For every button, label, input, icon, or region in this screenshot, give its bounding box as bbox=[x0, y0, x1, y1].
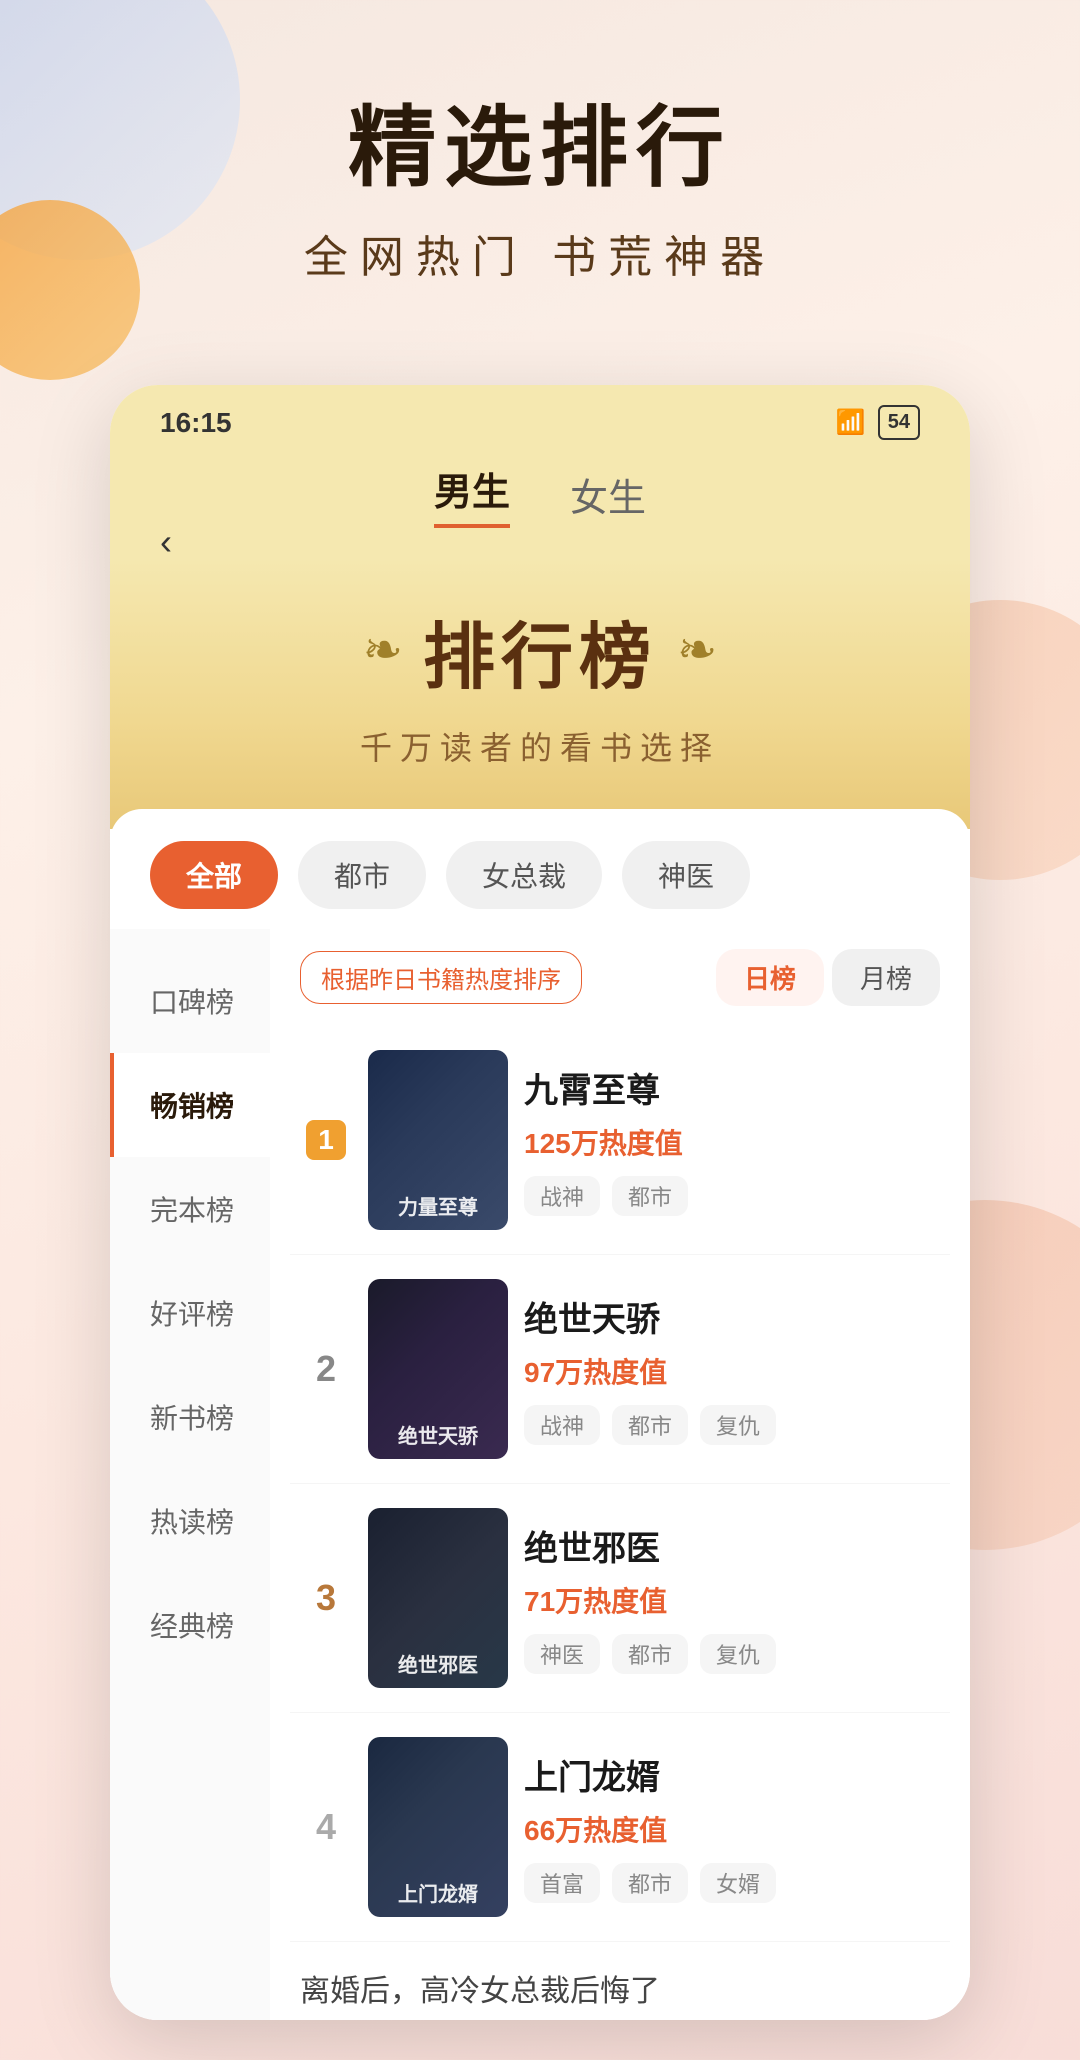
book-cover-1 bbox=[368, 1050, 508, 1230]
rank-badge-3: 3 bbox=[300, 1577, 352, 1619]
book-tags-3: 神医 都市 复仇 bbox=[524, 1634, 940, 1674]
rank-badge-2: 2 bbox=[300, 1348, 352, 1390]
main-layout: 口碑榜 畅销榜 完本榜 好评榜 新书榜 热读榜 经典榜 根据昨日书籍热度排序 日… bbox=[110, 929, 970, 2020]
tag-zhanshen-2: 战神 bbox=[524, 1405, 600, 1445]
sidebar-item-dianjingbang[interactable]: 经典榜 bbox=[110, 1573, 270, 1677]
book-cover-2 bbox=[368, 1279, 508, 1459]
tab-daily[interactable]: 日榜 bbox=[716, 949, 824, 1006]
sub-title: 全网热门 书荒神器 bbox=[80, 221, 1000, 285]
book-cover-3 bbox=[368, 1508, 508, 1688]
wifi-icon: 📶 bbox=[836, 408, 866, 437]
book-heat-4: 66万热度值 bbox=[524, 1809, 940, 1849]
rank-number-3: 3 bbox=[316, 1577, 336, 1618]
main-title: 精选排行 bbox=[80, 100, 1000, 197]
leaf-right-icon: ❧ bbox=[677, 622, 717, 678]
bottom-peek: 离婚后，高冷女总裁后悔了 bbox=[290, 1942, 950, 2020]
header-section: 精选排行 全网热门 书荒神器 bbox=[0, 0, 1080, 345]
book-info-2: 绝世天骄 97万热度值 战神 都市 复仇 bbox=[524, 1292, 940, 1445]
tab-male[interactable]: 男生 bbox=[434, 461, 510, 528]
book-heat-3: 71万热度值 bbox=[524, 1580, 940, 1620]
sort-info-text: 根据昨日书籍热度排序 bbox=[300, 951, 582, 1004]
book-item-1[interactable]: 1 九霄至尊 125万热度值 战神 都市 bbox=[290, 1026, 950, 1255]
status-bar: 16:15 📶 54 bbox=[110, 385, 970, 441]
tag-fuchou-2: 复仇 bbox=[700, 1405, 776, 1445]
category-filter: 全部 都市 女总裁 神医 bbox=[110, 809, 970, 929]
sidebar-item-redubang[interactable]: 热读榜 bbox=[110, 1469, 270, 1573]
banner-title-row: ❧ 排行榜 ❧ bbox=[110, 598, 970, 703]
leaf-left-icon: ❧ bbox=[363, 622, 403, 678]
sidebar: 口碑榜 畅销榜 完本榜 好评榜 新书榜 热读榜 经典榜 bbox=[110, 929, 270, 2020]
back-button[interactable]: ‹ bbox=[160, 521, 172, 563]
book-heat-2: 97万热度值 bbox=[524, 1351, 940, 1391]
sort-info-row: 根据昨日书籍热度排序 日榜 月榜 bbox=[290, 929, 950, 1026]
tag-dushi-3: 都市 bbox=[612, 1634, 688, 1674]
banner-subtitle: 千万读者的看书选择 bbox=[110, 723, 970, 769]
book-title-4: 上门龙婿 bbox=[524, 1750, 940, 1799]
date-tabs: 日榜 月榜 bbox=[716, 949, 940, 1006]
content-area: 全部 都市 女总裁 神医 口碑榜 畅销榜 完本榜 好评榜 新书榜 热读榜 经典榜… bbox=[110, 809, 970, 2020]
tab-monthly[interactable]: 月榜 bbox=[832, 949, 940, 1006]
tag-dushi-2: 都市 bbox=[612, 1405, 688, 1445]
tag-dushi-1: 都市 bbox=[612, 1176, 688, 1216]
book-title-3: 绝世邪医 bbox=[524, 1521, 940, 1570]
book-item-3[interactable]: 3 绝世邪医 71万热度值 神医 都市 复仇 bbox=[290, 1484, 950, 1713]
book-info-4: 上门龙婿 66万热度值 首富 都市 女婿 bbox=[524, 1750, 940, 1903]
status-icons: 📶 54 bbox=[836, 405, 920, 440]
tag-shenyi-3: 神医 bbox=[524, 1634, 600, 1674]
sidebar-item-haopingbang[interactable]: 好评榜 bbox=[110, 1261, 270, 1365]
book-tags-2: 战神 都市 复仇 bbox=[524, 1405, 940, 1445]
rank-number-2: 2 bbox=[316, 1348, 336, 1389]
sidebar-item-wanbenbang[interactable]: 完本榜 bbox=[110, 1157, 270, 1261]
book-title-1: 九霄至尊 bbox=[524, 1063, 940, 1112]
battery-badge: 54 bbox=[878, 405, 920, 440]
book-heat-1: 125万热度值 bbox=[524, 1122, 940, 1162]
rank-number-4: 4 bbox=[316, 1806, 336, 1847]
book-tags-4: 首富 都市 女婿 bbox=[524, 1863, 940, 1903]
tag-nüxu-4: 女婿 bbox=[700, 1863, 776, 1903]
book-item-2[interactable]: 2 绝世天骄 97万热度值 战神 都市 复仇 bbox=[290, 1255, 950, 1484]
banner-main-title: 排行榜 bbox=[423, 598, 657, 703]
filter-ceo[interactable]: 女总裁 bbox=[446, 841, 602, 909]
filter-all[interactable]: 全部 bbox=[150, 841, 278, 909]
sidebar-item-chanxiaobang[interactable]: 畅销榜 bbox=[110, 1053, 270, 1157]
rank-badge-4: 4 bbox=[300, 1806, 352, 1848]
book-info-3: 绝世邪医 71万热度值 神医 都市 复仇 bbox=[524, 1521, 940, 1674]
phone-mockup: 16:15 📶 54 ‹ 男生 女生 ❧ 排行榜 ❧ 千万读者的看书选择 全部 … bbox=[110, 385, 970, 2020]
filter-doctor[interactable]: 神医 bbox=[622, 841, 750, 909]
filter-urban[interactable]: 都市 bbox=[298, 841, 426, 909]
banner-section: ❧ 排行榜 ❧ 千万读者的看书选择 bbox=[110, 558, 970, 829]
sidebar-item-xinshubang[interactable]: 新书榜 bbox=[110, 1365, 270, 1469]
bottom-peek-text: 离婚后，高冷女总裁后悔了 bbox=[300, 1975, 660, 2008]
list-area: 根据昨日书籍热度排序 日榜 月榜 1 九霄至尊 125万热度值 bbox=[270, 929, 970, 2020]
nav-bar: ‹ 男生 女生 bbox=[110, 441, 970, 558]
book-item-4[interactable]: 4 上门龙婿 66万热度值 首富 都市 女婿 bbox=[290, 1713, 950, 1942]
rank-badge-1: 1 bbox=[300, 1120, 352, 1160]
tag-fuchou-3: 复仇 bbox=[700, 1634, 776, 1674]
book-title-2: 绝世天骄 bbox=[524, 1292, 940, 1341]
book-cover-4 bbox=[368, 1737, 508, 1917]
tag-zhanshen-1: 战神 bbox=[524, 1176, 600, 1216]
tag-dushi-4: 都市 bbox=[612, 1863, 688, 1903]
rank-number-1: 1 bbox=[306, 1120, 346, 1160]
tab-female[interactable]: 女生 bbox=[570, 467, 646, 522]
status-time: 16:15 bbox=[160, 407, 232, 439]
book-info-1: 九霄至尊 125万热度值 战神 都市 bbox=[524, 1063, 940, 1216]
tag-shoufu-4: 首富 bbox=[524, 1863, 600, 1903]
sidebar-item-koubeibang[interactable]: 口碑榜 bbox=[110, 949, 270, 1053]
book-tags-1: 战神 都市 bbox=[524, 1176, 940, 1216]
